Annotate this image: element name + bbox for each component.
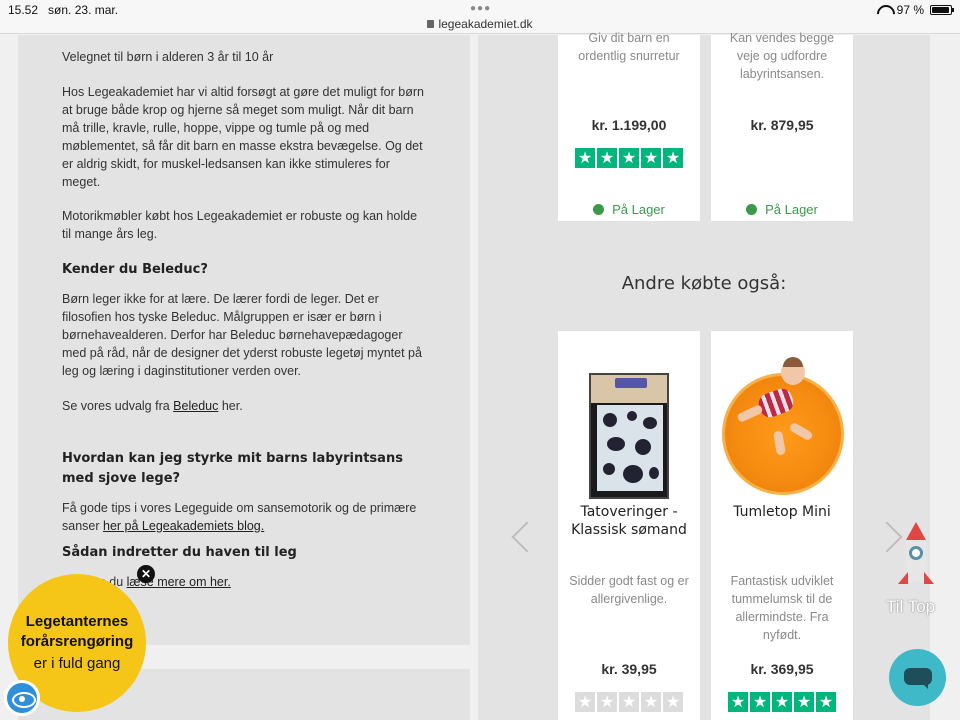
product-name[interactable]: Tumletop Mini <box>711 503 853 521</box>
lock-icon <box>427 20 435 28</box>
chat-button[interactable] <box>889 649 946 706</box>
til-top-button[interactable]: Til Top <box>886 597 935 617</box>
product-card[interactable]: Tatoveringer - Klassisk sømand Sidder go… <box>558 331 700 720</box>
product-card[interactable]: Giv dit barn en ordentlig snurretur kr. … <box>558 31 700 221</box>
heading-haven: Sådan indretter du haven til leg <box>62 545 297 560</box>
product-price: kr. 1.199,00 <box>591 117 667 133</box>
product-area <box>478 35 930 720</box>
heading-beleduc: Kender du Beleduc? <box>62 262 208 277</box>
star-icon <box>597 692 617 712</box>
url-text: legeakademiet.dk <box>438 17 533 31</box>
product-card[interactable]: Tumletop Mini Fantastisk udviklet tummel… <box>711 331 853 720</box>
section-title: Andre købte også: <box>621 273 787 294</box>
star-icon <box>728 692 748 712</box>
heading-labyrint: Hvordan kan jeg styrke mit barns labyrin… <box>62 451 403 486</box>
beleduc-text: Børn leger ikke for at lære. De lærer fo… <box>62 292 422 378</box>
star-icon <box>663 148 683 168</box>
blog-link[interactable]: her på Legeakademiets blog. <box>103 519 264 533</box>
rocket-icon[interactable] <box>898 522 934 592</box>
star-icon <box>641 692 661 712</box>
product-price: kr. 369,95 <box>750 661 814 677</box>
product-card[interactable]: Kan vendes begge veje og udfordre labyri… <box>711 31 853 221</box>
product-desc: Giv dit barn en ordentlig snurretur <box>578 31 680 63</box>
star-icon <box>597 148 617 168</box>
product-desc: Fantastisk udviklet tummelumsk til de al… <box>730 574 834 642</box>
star-icon <box>794 692 814 712</box>
udvalg-text: Se vores udvalg fra Beleduc her. <box>62 399 243 413</box>
star-icon <box>750 692 770 712</box>
promo-line1: Legetanternes <box>25 613 129 630</box>
beleduc-link[interactable]: Beleduc <box>173 399 218 413</box>
product-name[interactable]: Tatoveringer - Klassisk sømand <box>558 503 700 539</box>
rating-stars <box>575 148 683 168</box>
stock-dot-icon <box>593 204 605 215</box>
star-icon <box>619 692 639 712</box>
status-time: 15.52 søn. 23. mar. <box>8 3 119 17</box>
rating-stars <box>728 692 836 712</box>
more-dots-icon[interactable]: ●●● <box>470 3 491 14</box>
close-icon[interactable]: ✕ <box>137 565 155 583</box>
stock-dot-icon <box>746 204 758 215</box>
eye-icon[interactable] <box>4 680 40 716</box>
tips-text: Få gode tips i vores Legeguide om sansem… <box>62 501 417 533</box>
product-desc: Kan vendes begge veje og udfordre labyri… <box>729 31 835 81</box>
rating-stars <box>575 692 683 712</box>
star-icon <box>575 148 595 168</box>
promo-line3: er i fuld gang <box>33 655 121 672</box>
stock-status: På Lager <box>711 202 853 217</box>
robust-text: Motorikmøbler købt hos Legeakademiet er … <box>62 209 418 241</box>
star-icon <box>575 692 595 712</box>
product-image[interactable] <box>589 373 669 499</box>
star-icon <box>663 692 683 712</box>
stock-status: På Lager <box>558 202 700 217</box>
star-icon <box>641 148 661 168</box>
star-icon <box>816 692 836 712</box>
wifi-icon <box>877 5 891 15</box>
intro-text: Hos Legeakademiet har vi altid forsøgt a… <box>62 85 424 189</box>
star-icon <box>772 692 792 712</box>
product-price: kr. 39,95 <box>601 661 657 677</box>
promo-line2: forårsrengøring <box>20 633 134 650</box>
product-price: kr. 879,95 <box>750 117 814 133</box>
product-desc: Sidder godt fast og er allergivenlige. <box>569 574 689 606</box>
status-right: 97 % <box>877 3 954 17</box>
battery-percent: 97 % <box>896 3 924 17</box>
battery-icon <box>930 5 954 15</box>
age-text: Velegnet til børn i alderen 3 år til 10 … <box>62 50 274 64</box>
star-icon <box>619 148 639 168</box>
